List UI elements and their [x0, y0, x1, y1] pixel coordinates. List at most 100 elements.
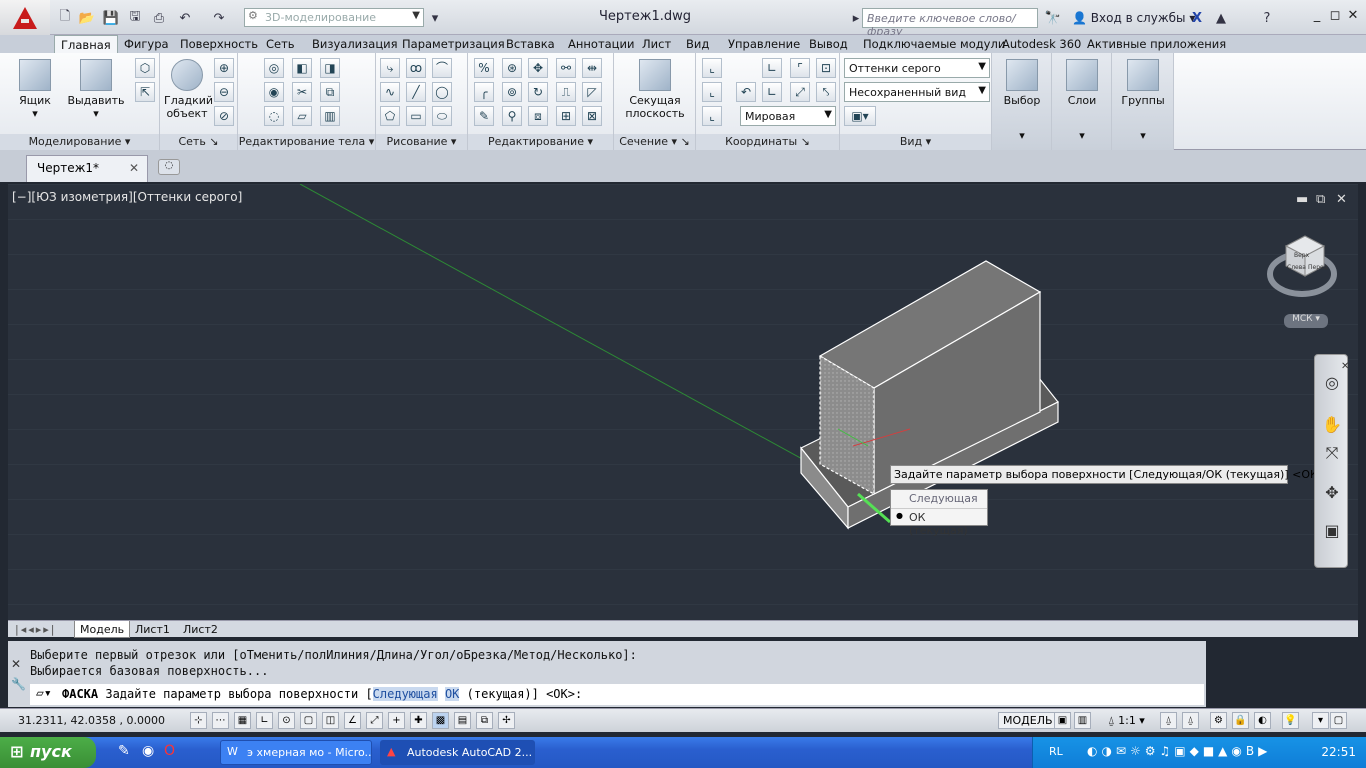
rotate-icon[interactable]: ↻ [528, 82, 548, 102]
ucs-named-icon[interactable]: ⌞ [702, 106, 722, 126]
opera-icon[interactable]: O [164, 743, 175, 759]
restore-button[interactable]: ◻ [1326, 8, 1344, 26]
ucs-previous-icon[interactable]: ↶ [736, 82, 756, 102]
print-icon[interactable]: ⎙ [150, 9, 168, 27]
am-icon[interactable]: ✢ [498, 712, 515, 729]
ucs-object-icon[interactable]: ⤣ [816, 82, 836, 102]
quick-view-layouts-icon[interactable]: ▣ [1054, 712, 1071, 729]
ortho-icon[interactable]: ∟ [256, 712, 273, 729]
ducs-icon[interactable]: ⤢ [366, 712, 383, 729]
redo-icon[interactable]: ↷ [210, 9, 228, 27]
tab-13[interactable]: Autodesk 360 [996, 35, 1087, 53]
intersect-icon[interactable]: ◌ [264, 106, 284, 126]
undo-icon[interactable]: ↶ [176, 9, 194, 27]
arc-icon[interactable]: ⌒ [432, 58, 452, 78]
ucs-view-icon[interactable]: ⊡ [816, 58, 836, 78]
chrome-icon[interactable]: ◉ [142, 743, 154, 759]
ellipse-icon[interactable]: ⬭ [432, 106, 452, 126]
tab-4[interactable]: Визуализация [306, 35, 404, 53]
tab-7[interactable]: Аннотации [562, 35, 640, 53]
3d-osnap-icon[interactable]: ◫ [322, 712, 339, 729]
helix-icon[interactable]: ꝏ [406, 58, 426, 78]
autoscale-icon[interactable]: ⍙ [1182, 712, 1199, 729]
ucs-dropdown[interactable]: Мировая ▼ [740, 106, 836, 126]
save-as-icon[interactable]: 🖫 [126, 9, 144, 27]
box-button[interactable]: Ящик ▾ [10, 59, 60, 120]
tab-11[interactable]: Вывод [803, 35, 854, 53]
subtract-icon[interactable]: ◉ [264, 82, 284, 102]
layout-tab-sheet2[interactable]: Лист2 [178, 621, 223, 638]
tab-3[interactable]: Сеть [260, 35, 301, 53]
lineweight-icon[interactable]: ✚ [410, 712, 427, 729]
new-file-icon[interactable]: 🗋 [56, 9, 74, 27]
ucs-icon[interactable]: ⌞ [702, 58, 722, 78]
zoom-extents-icon[interactable]: ⤧ [1320, 443, 1344, 465]
exchange-icon[interactable]: X [1188, 9, 1206, 27]
thicken-icon[interactable]: ▱ [292, 106, 312, 126]
visual-style-dropdown[interactable]: Оттенки серого ▼ [844, 58, 990, 78]
model-space-button[interactable]: МОДЕЛЬ [998, 712, 1058, 729]
annotation-visibility-icon[interactable]: ⍙ [1160, 712, 1177, 729]
file-tab[interactable]: Чертеж1* ✕ [26, 155, 148, 182]
shell-icon[interactable]: ▥ [320, 106, 340, 126]
polar-icon[interactable]: ⊙ [278, 712, 295, 729]
ucs-zaxis-icon[interactable]: ⤢ [790, 82, 810, 102]
ucs-origin-icon[interactable]: ⌞ [702, 82, 722, 102]
polygon-icon[interactable]: ⬠ [380, 106, 400, 126]
application-menu-button[interactable] [0, 0, 50, 35]
infer-constraints-icon[interactable]: ⊹ [190, 712, 207, 729]
rectangle-icon[interactable]: ▭ [406, 106, 426, 126]
sc-icon[interactable]: ⧉ [476, 712, 493, 729]
edit-icon[interactable]: ✎ [474, 106, 494, 126]
tab-12[interactable]: Подключаемые модули [857, 35, 1011, 53]
taskbar-item-autocad[interactable]: ▲ Autodesk AutoCAD 2... [380, 740, 535, 765]
dyn-icon[interactable]: + [388, 712, 405, 729]
presspull-icon[interactable]: ⇱ [135, 82, 155, 102]
offset-icon[interactable]: % [474, 58, 494, 78]
tab-5[interactable]: Параметризация [396, 35, 511, 53]
tab-0[interactable]: Главная [54, 35, 118, 53]
a360-icon[interactable]: ▲ [1212, 9, 1230, 27]
3d-align-icon[interactable]: ⚯ [556, 58, 576, 78]
transparency-icon[interactable]: ▩ [432, 712, 449, 729]
close-button[interactable]: ✕ [1344, 8, 1362, 26]
steering-wheel-icon[interactable]: ◎ [1320, 373, 1344, 395]
isolate-objects-icon[interactable]: 💡 [1282, 712, 1299, 729]
viewport-minimize-icon[interactable]: ▬ [1296, 192, 1308, 207]
selection-button[interactable]: Выбор ▾ [998, 59, 1046, 142]
showmotion-icon[interactable]: ▣ [1320, 521, 1344, 543]
trim-icon[interactable]: ⎍ [556, 82, 576, 102]
viewport-close-icon[interactable]: ✕ [1336, 192, 1347, 207]
3d-move-icon[interactable]: ✥ [528, 58, 548, 78]
sign-in-button[interactable]: 👤 Вход в службы ▾ [1072, 11, 1195, 25]
smooth-object-button[interactable]: Гладкий объект [164, 59, 213, 120]
search-input[interactable]: Введите ключевое слово/фразу [862, 8, 1038, 38]
viewport-controls-label[interactable]: [−][ЮЗ изометрия][Оттенки серого] [12, 190, 242, 204]
open-file-icon[interactable]: 📂 [78, 9, 96, 27]
tab-9[interactable]: Вид [680, 35, 715, 53]
section-edit-icon[interactable]: ⊞ [556, 106, 576, 126]
coordinates-readout[interactable]: 31.2311, 42.0358 , 0.0000 [18, 714, 165, 727]
polysolid-icon[interactable]: ⬡ [135, 58, 155, 78]
status-menu-icon[interactable]: ▾ [1312, 712, 1329, 729]
pan-hand-icon[interactable]: ✋ [1320, 415, 1344, 437]
menu-item-ok[interactable]: ОК (текущая) [891, 508, 987, 537]
close-icon[interactable]: ✕ [129, 161, 139, 175]
mesh-refine-icon[interactable]: ⊘ [214, 106, 234, 126]
qp-icon[interactable]: ▤ [454, 712, 471, 729]
stretch-icon[interactable]: ⧈ [528, 106, 548, 126]
ucs-z-icon[interactable]: ⌜ [790, 58, 810, 78]
new-tab-icon[interactable]: ◌ [158, 159, 180, 175]
close-icon[interactable]: ✕ [11, 657, 21, 671]
explode-icon[interactable]: ⊠ [582, 106, 602, 126]
slice-icon[interactable]: ✂ [292, 82, 312, 102]
line-icon[interactable]: ╱ [406, 82, 426, 102]
named-view-dropdown[interactable]: Несохраненный вид ▼ [844, 82, 990, 102]
annotation-scale[interactable]: ⍙ 1:1 ▾ [1108, 714, 1145, 728]
save-icon[interactable]: 💾 [102, 9, 120, 27]
start-button[interactable]: ⊞ пуск [0, 737, 96, 768]
hardware-acceleration-icon[interactable]: ◐ [1254, 712, 1271, 729]
taskbar-item-word[interactable]: Wэ хмерная мо - Micro... [220, 740, 372, 765]
gizmo-icon[interactable]: ⚲ [502, 106, 522, 126]
ucs-x-icon[interactable]: ∟ [762, 58, 782, 78]
